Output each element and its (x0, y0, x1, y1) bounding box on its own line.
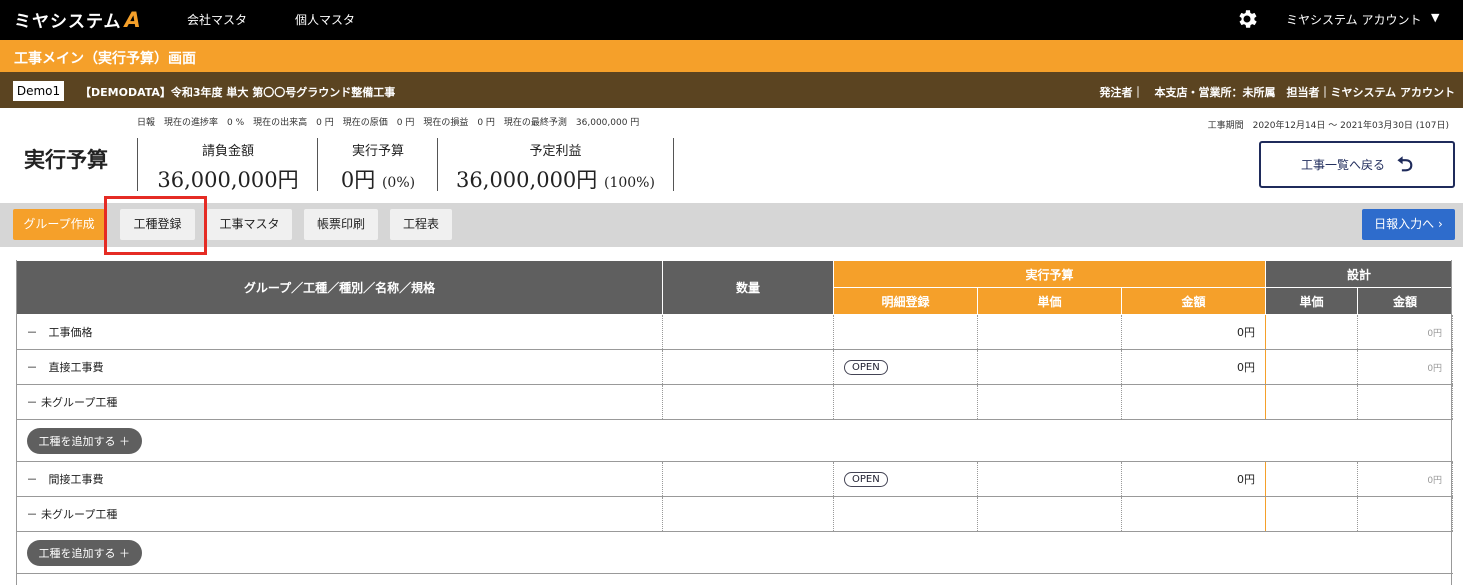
daily-report-input-button[interactable]: 日報入力へ › (1362, 209, 1455, 240)
nav-company-master[interactable]: 会社マスタ (187, 11, 247, 28)
divider (437, 138, 438, 191)
divider (673, 138, 674, 191)
metric-contract-amount: 請負金額 36,000,000円 (148, 140, 308, 194)
back-to-list-button[interactable]: 工事一覧へ戻る ⮌ (1259, 141, 1455, 188)
koji-master-button[interactable]: 工事マスタ (207, 209, 292, 240)
page-title: 実行予算 (24, 147, 108, 172)
app-logo[interactable]: ミヤシステム A (14, 7, 142, 32)
demo-label: Demo1 (13, 81, 64, 101)
metric-value: 36,000,000円 (157, 168, 299, 192)
chevron-right-icon: › (1438, 217, 1443, 231)
metric-planned-profit: 予定利益 36,000,000円 (100%) (448, 140, 663, 194)
status-line: 日報 現在の進捗率 0 % 現在の出来高 0 円 現在の原価 0 円 現在の損益… (137, 118, 640, 128)
project-name: 【DEMODATA】令和3年度 単大 第〇〇号グラウンド整備工事 (80, 86, 396, 99)
action-toolbar: グループ作成 工種登録 工事マスタ 帳票印刷 工程表 日報入力へ › (0, 203, 1463, 247)
metric-value: 0円 (0%) (340, 168, 416, 192)
group-create-button[interactable]: グループ作成 (13, 209, 105, 240)
schedule-button[interactable]: 工程表 (390, 209, 452, 240)
highlight-box (104, 196, 207, 255)
project-bar: Demo1 【DEMODATA】令和3年度 単大 第〇〇号グラウンド整備工事 発… (0, 72, 1463, 108)
chevron-down-icon[interactable]: ▼ (1431, 11, 1439, 24)
screen-title: 工事メイン（実行予算）画面 (0, 40, 1463, 72)
metric-label: 請負金額 (201, 144, 254, 159)
account-menu[interactable]: ミヤシステム アカウント (1286, 11, 1421, 28)
metric-value: 36,000,000円 (100%) (456, 168, 655, 192)
top-navbar: ミヤシステム A 会社マスタ 個人マスタ ミヤシステム アカウント ▼ (0, 0, 1463, 40)
metric-label: 実行予算 (351, 144, 404, 159)
construction-period: 工事期間 2020年12月14日 〜 2021年03月30日 (107日) (1207, 121, 1449, 131)
nav-personal-master[interactable]: 個人マスタ (295, 11, 355, 28)
metric-label: 予定利益 (529, 144, 582, 159)
table-frame (16, 260, 1452, 585)
metric-execution-budget: 実行予算 0円 (0%) (328, 140, 428, 194)
summary-panel: 日報 現在の進捗率 0 % 現在の出来高 0 円 現在の原価 0 円 現在の損益… (0, 108, 1463, 203)
project-assignee-info: 発注者｜ 本支店・営業所：未所属 担当者｜ミヤシステム アカウント (1099, 86, 1456, 99)
gear-icon[interactable] (1235, 7, 1259, 31)
return-arrow-icon: ⮌ (1396, 152, 1414, 176)
divider (137, 138, 138, 191)
report-print-button[interactable]: 帳票印刷 (304, 209, 378, 240)
divider (317, 138, 318, 191)
